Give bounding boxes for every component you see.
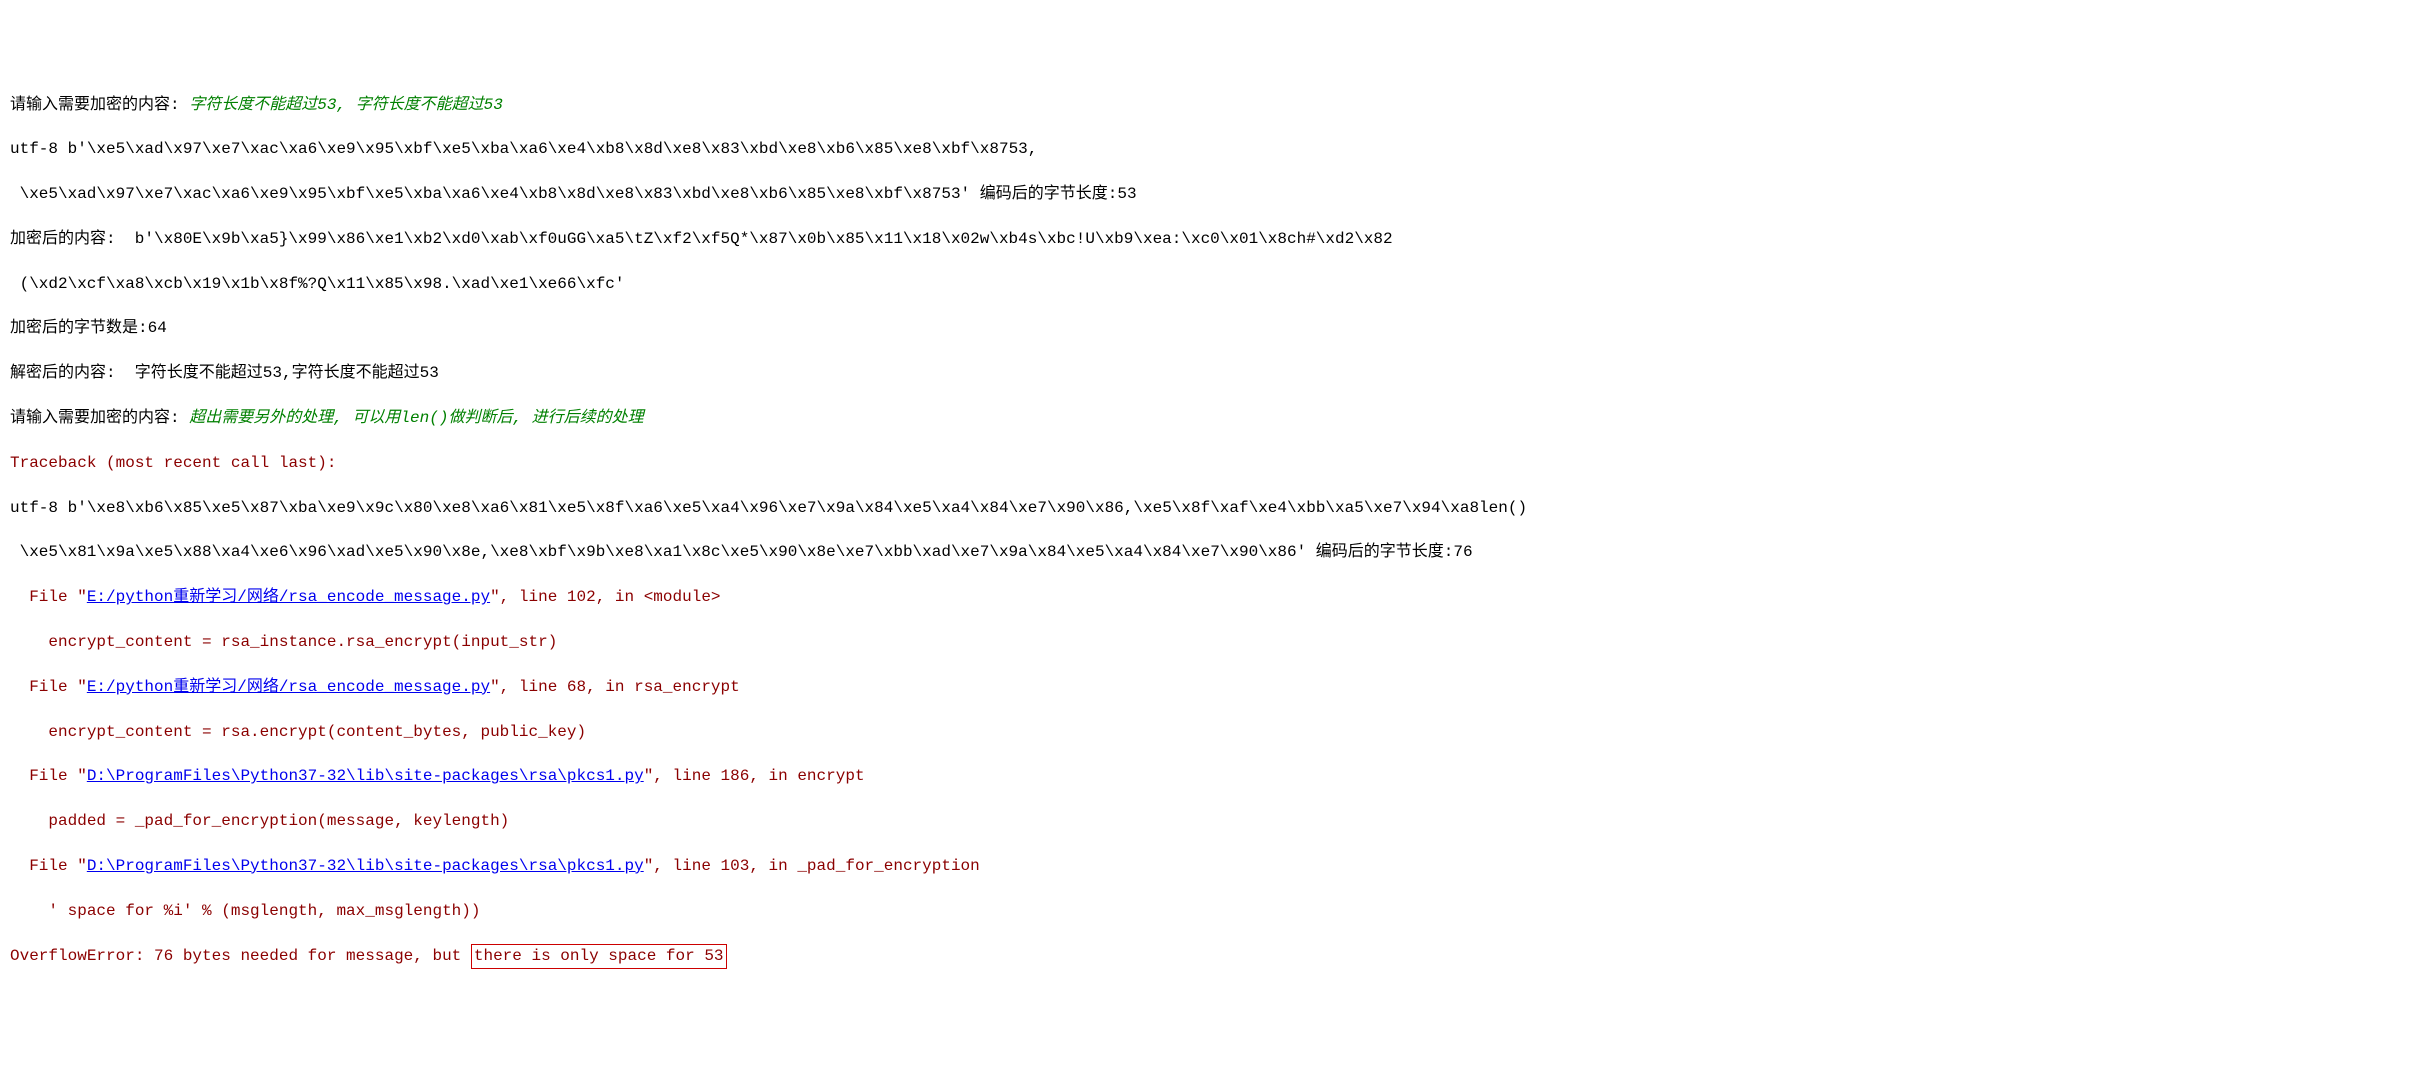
tb-file-suffix-1: ", line 102, in <module> xyxy=(490,588,720,606)
traceback-code-2: encrypt_content = rsa.encrypt(content_by… xyxy=(10,721,2415,743)
tb-file-suffix-3: ", line 186, in encrypt xyxy=(644,767,865,785)
encrypted-byte-count: 加密后的字节数是:64 xyxy=(10,317,2415,339)
input-note-2a: 超出需要另外的处理, 可以用 xyxy=(189,409,400,427)
overflow-error-prefix: OverflowError: 76 bytes needed for messa… xyxy=(10,947,471,965)
overflow-error-highlight: there is only space for 53 xyxy=(471,944,727,968)
utf8-output-2b: \xe5\x81\x9a\xe5\x88\xa4\xe6\x96\xad\xe5… xyxy=(10,541,2415,563)
traceback-code-3: padded = _pad_for_encryption(message, ke… xyxy=(10,810,2415,832)
traceback-file-link-4[interactable]: D:\ProgramFiles\Python37-32\lib\site-pac… xyxy=(87,857,644,875)
encrypted-content-b: (\xd2\xcf\xa8\xcb\x19\x1b\x8f%?Q\x11\x85… xyxy=(10,273,2415,295)
decrypted-content: 解密后的内容: 字符长度不能超过53,字符长度不能超过53 xyxy=(10,362,2415,384)
utf8-output-1a: utf-8 b'\xe5\xad\x97\xe7\xac\xa6\xe9\x95… xyxy=(10,138,2415,160)
tb-file-prefix-2: File " xyxy=(10,678,87,696)
tb-file-suffix-2: ", line 68, in rsa_encrypt xyxy=(490,678,740,696)
input-note-2c: 做判断后, 进行后续的处理 xyxy=(448,409,643,427)
input-note: 字符长度不能超过53, 字符长度不能超过53 xyxy=(189,96,503,114)
traceback-file-link-3[interactable]: D:\ProgramFiles\Python37-32\lib\site-pac… xyxy=(87,767,644,785)
utf8-output-1b: \xe5\xad\x97\xe7\xac\xa6\xe9\x95\xbf\xe5… xyxy=(10,183,2415,205)
traceback-file-link-2[interactable]: E:/python重新学习/网络/rsa_encode_message.py xyxy=(87,678,490,696)
input-prompt: 请输入需要加密的内容: xyxy=(10,96,189,114)
input-note-2b: len() xyxy=(400,409,448,427)
encrypted-content-a: 加密后的内容: b'\x80E\x9b\xa5}\x99\x86\xe1\xb2… xyxy=(10,228,2415,250)
input-prompt-2: 请输入需要加密的内容: xyxy=(10,409,189,427)
tb-file-suffix-4: ", line 103, in _pad_for_encryption xyxy=(644,857,980,875)
tb-file-prefix-1: File " xyxy=(10,588,87,606)
traceback-file-link-1[interactable]: E:/python重新学习/网络/rsa_encode_message.py xyxy=(87,588,490,606)
traceback-header: Traceback (most recent call last): xyxy=(10,452,2415,474)
tb-file-prefix-3: File " xyxy=(10,767,87,785)
tb-file-prefix-4: File " xyxy=(10,857,87,875)
utf8-output-2a: utf-8 b'\xe8\xb6\x85\xe5\x87\xba\xe9\x9c… xyxy=(10,497,2415,519)
traceback-code-4: ' space for %i' % (msglength, max_msglen… xyxy=(10,900,2415,922)
traceback-code-1: encrypt_content = rsa_instance.rsa_encry… xyxy=(10,631,2415,653)
